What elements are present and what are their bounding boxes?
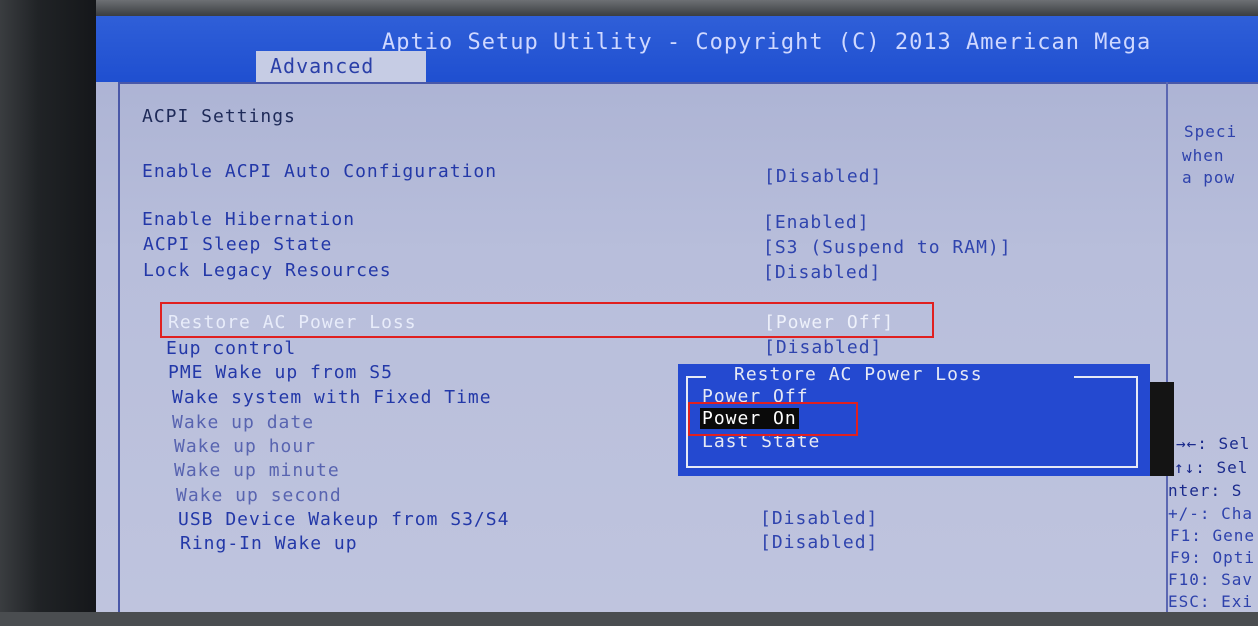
setting-value-acpi-auto-config[interactable]: [Disabled] [764, 166, 882, 187]
setting-label-hibernation[interactable]: Enable Hibernation [142, 209, 355, 230]
help-key-select-item: ↑↓: Sel [1174, 458, 1249, 477]
setting-value-lock-legacy[interactable]: [Disabled] [763, 262, 881, 283]
monitor-bezel-bottom [0, 612, 1258, 626]
setting-label-sleep-state[interactable]: ACPI Sleep State [143, 234, 332, 255]
setting-label-acpi-auto-config[interactable]: Enable ACPI Auto Configuration [142, 161, 497, 182]
setting-value-hibernation[interactable]: [Enabled] [763, 212, 870, 233]
help-key-f9: F9: Opti [1170, 548, 1256, 567]
help-key-f10: F10: Sav [1168, 570, 1254, 589]
monitor-bezel-top [0, 0, 1258, 16]
annotation-highlight-power-on [688, 402, 858, 436]
setting-label-lock-legacy[interactable]: Lock Legacy Resources [143, 260, 392, 281]
help-key-esc: ESC: Exi [1168, 592, 1254, 611]
monitor-bezel-left [0, 0, 96, 626]
popup-title: Restore AC Power Loss [734, 364, 983, 385]
setting-label-eup-control[interactable]: Eup control [166, 338, 296, 359]
setting-label-wake-minute: Wake up minute [174, 460, 340, 481]
setting-label-wake-date: Wake up date [172, 412, 315, 433]
help-description-line-1: Speci [1184, 122, 1238, 141]
help-description-line-2: when [1182, 146, 1225, 165]
setting-label-usb-wakeup[interactable]: USB Device Wakeup from S3/S4 [178, 509, 509, 530]
setting-label-wake-second: Wake up second [176, 485, 342, 506]
help-key-select-screen: →←: Sel [1176, 434, 1251, 453]
help-key-change: +/-: Cha [1168, 504, 1254, 523]
page-title: ACPI Settings [142, 106, 296, 127]
help-key-enter: nter: S [1168, 481, 1243, 500]
help-panel-divider [1166, 82, 1168, 612]
setting-label-pme-wake[interactable]: PME Wake up from S5 [168, 362, 393, 383]
bios-screen: Aptio Setup Utility - Copyright (C) 2013… [96, 16, 1258, 612]
setting-value-usb-wakeup[interactable]: [Disabled] [760, 508, 878, 529]
help-key-f1: F1: Gene [1170, 526, 1256, 545]
setting-label-wake-hour: Wake up hour [174, 436, 317, 457]
tab-advanced[interactable]: Advanced [256, 51, 426, 82]
setting-value-restore-ac-power-loss[interactable]: [Power Off] [764, 312, 894, 333]
setting-label-wake-fixed-time[interactable]: Wake system with Fixed Time [172, 387, 492, 408]
setting-value-ring-in-wake[interactable]: [Disabled] [760, 532, 878, 553]
setting-value-sleep-state[interactable]: [S3 (Suspend to RAM)] [763, 237, 1012, 258]
setting-value-eup-control[interactable]: [Disabled] [764, 337, 882, 358]
setting-label-restore-ac-power-loss[interactable]: Restore AC Power Loss [168, 312, 417, 333]
setting-label-ring-in-wake[interactable]: Ring-In Wake up [180, 533, 358, 554]
bios-header-bar: Aptio Setup Utility - Copyright (C) 2013… [96, 16, 1258, 82]
utility-title: Aptio Setup Utility - Copyright (C) 2013… [382, 30, 1152, 55]
help-description-line-3: a pow [1182, 168, 1236, 187]
